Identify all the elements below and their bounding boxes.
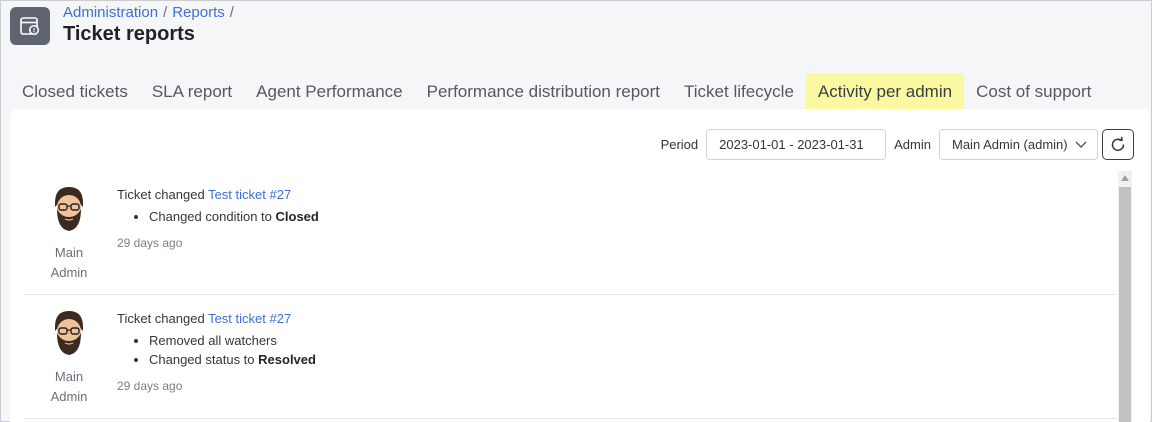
- change-text: Removed all watchers: [149, 333, 277, 348]
- change-text: Changed status to: [149, 352, 255, 367]
- admin-select[interactable]: Main Admin (admin): [939, 129, 1098, 160]
- breadcrumb: Administration / Reports /: [63, 4, 239, 21]
- change-value: Resolved: [258, 352, 316, 367]
- admin-label: Admin: [894, 137, 931, 152]
- refresh-icon: [1111, 136, 1125, 151]
- scroll-thumb[interactable]: [1119, 187, 1131, 422]
- filters-bar: Period Admin Main Admin (admin): [661, 129, 1134, 160]
- change-list: Removed all watchers Changed status to R…: [149, 331, 316, 369]
- activity-action: Ticket changed: [117, 187, 205, 202]
- change-text: Changed condition to: [149, 209, 272, 224]
- page-title: Ticket reports: [63, 23, 195, 45]
- change-list: Changed condition to Closed: [149, 207, 319, 226]
- chevron-down-icon: [1075, 141, 1087, 148]
- activity-feed: Main Admin Ticket changed Test ticket #2…: [25, 171, 1117, 419]
- tab-closed-tickets[interactable]: Closed tickets: [10, 73, 140, 111]
- feed-scrollbar[interactable]: [1118, 171, 1132, 422]
- activity-action: Ticket changed: [117, 311, 205, 326]
- author-name: Main Admin: [35, 367, 103, 407]
- avatar: [55, 311, 83, 355]
- scroll-up-arrow[interactable]: [1118, 171, 1132, 185]
- breadcrumb-reports-link[interactable]: Reports: [172, 4, 225, 21]
- tab-activity-per-admin[interactable]: Activity per admin: [805, 73, 965, 111]
- report-calendar-icon: [20, 17, 40, 36]
- activity-timestamp: 29 days ago: [117, 236, 183, 250]
- page-icon-report: [10, 7, 50, 45]
- caret-up-icon: [1121, 175, 1129, 181]
- activity-heading: Ticket changed Test ticket #27: [117, 311, 316, 326]
- breadcrumb-separator: /: [229, 4, 234, 21]
- change-value: Closed: [275, 209, 319, 224]
- change-item: Removed all watchers: [149, 331, 316, 350]
- tab-cost-of-support[interactable]: Cost of support: [964, 73, 1103, 111]
- activity-entry: Main Admin Ticket changed Test ticket #2…: [25, 171, 1117, 295]
- activity-heading: Ticket changed Test ticket #27: [117, 187, 319, 202]
- activity-content: Ticket changed Test ticket #27 Removed a…: [117, 311, 316, 393]
- activity-entry: Main Admin Ticket changed Test ticket #2…: [25, 295, 1117, 419]
- activity-content: Ticket changed Test ticket #27 Changed c…: [117, 187, 319, 250]
- ticket-link[interactable]: Test ticket #27: [208, 187, 291, 202]
- period-input[interactable]: [706, 129, 887, 160]
- admin-select-value: Main Admin (admin): [952, 137, 1068, 152]
- tab-sla-report[interactable]: SLA report: [140, 73, 244, 111]
- report-tabs: Closed tickets SLA report Agent Performa…: [10, 73, 1103, 111]
- author-last-name: Admin: [50, 389, 88, 404]
- author-first-name: Main: [54, 369, 84, 384]
- author-name: Main Admin: [35, 243, 103, 283]
- tab-ticket-lifecycle[interactable]: Ticket lifecycle: [672, 73, 806, 111]
- author-last-name: Admin: [50, 265, 88, 280]
- ticket-link[interactable]: Test ticket #27: [208, 311, 291, 326]
- change-item: Changed condition to Closed: [149, 207, 319, 226]
- breadcrumb-administration-link[interactable]: Administration: [63, 4, 158, 21]
- author-first-name: Main: [54, 245, 84, 260]
- breadcrumb-separator: /: [163, 4, 168, 21]
- tab-agent-performance[interactable]: Agent Performance: [244, 73, 414, 111]
- refresh-button[interactable]: [1102, 129, 1134, 160]
- tab-performance-distribution-report[interactable]: Performance distribution report: [415, 73, 672, 111]
- report-panel: Period Admin Main Admin (admin): [10, 109, 1150, 422]
- period-label: Period: [660, 137, 699, 152]
- change-item: Changed status to Resolved: [149, 350, 316, 369]
- activity-timestamp: 29 days ago: [117, 379, 183, 393]
- avatar: [55, 187, 83, 231]
